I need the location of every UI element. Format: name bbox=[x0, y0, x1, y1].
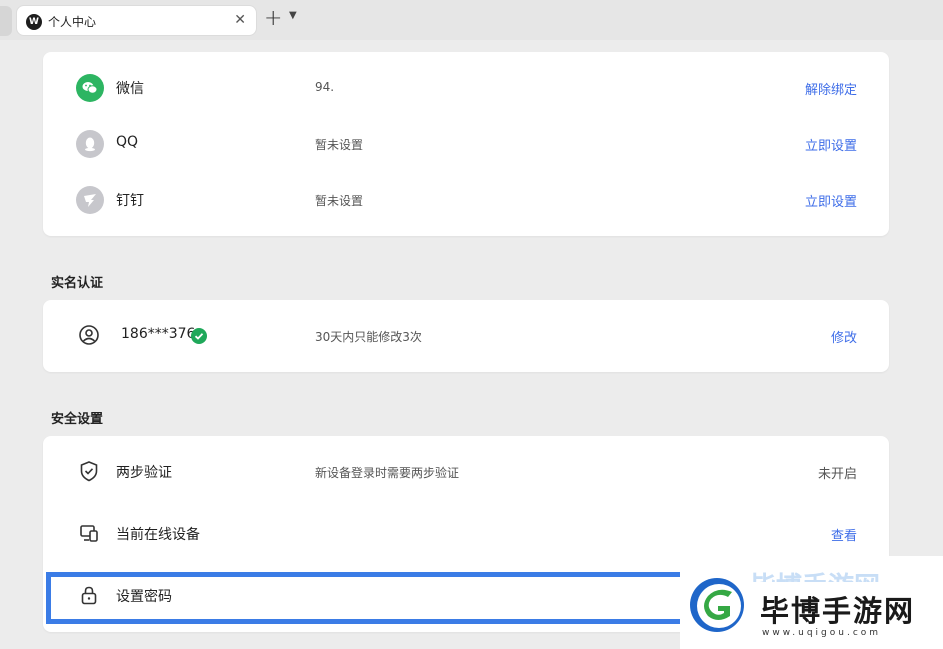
account-value: 94. bbox=[315, 80, 335, 94]
realname-card: 186***376 30天内只能修改3次 修改 bbox=[43, 300, 889, 372]
watermark-brand: 毕博手游网 bbox=[760, 594, 916, 628]
setup-dingtalk-link[interactable]: 立即设置 bbox=[805, 191, 857, 210]
close-icon[interactable]: ✕ bbox=[234, 12, 246, 28]
bound-accounts-card: 微信 94. 解除绑定 QQ 暂未设置 立即设置 钉钉 暂未设置 立即设置 bbox=[43, 52, 889, 236]
security-section-title: 安全设置 bbox=[51, 412, 104, 427]
new-tab-plus-icon[interactable]: + bbox=[264, 7, 282, 31]
account-row-qq: QQ 暂未设置 立即设置 bbox=[43, 116, 889, 172]
previous-tab-edge[interactable] bbox=[0, 6, 12, 36]
view-devices-link[interactable]: 查看 bbox=[831, 525, 857, 544]
tab-personal-center[interactable]: W 个人中心 ✕ bbox=[16, 5, 257, 36]
chevron-down-icon[interactable]: ▼ bbox=[289, 10, 297, 21]
wechat-icon bbox=[76, 74, 104, 102]
shield-check-icon bbox=[80, 461, 98, 482]
security-item-name: 当前在线设备 bbox=[116, 527, 200, 543]
security-item-name: 两步验证 bbox=[116, 465, 172, 481]
realname-note: 30天内只能修改3次 bbox=[315, 330, 422, 344]
realname-row: 186***376 30天内只能修改3次 修改 bbox=[43, 308, 889, 364]
account-name: 微信 bbox=[116, 81, 144, 97]
user-circle-icon bbox=[79, 325, 99, 345]
modify-realname-link[interactable]: 修改 bbox=[831, 327, 857, 346]
account-row-dingtalk: 钉钉 暂未设置 立即设置 bbox=[43, 172, 889, 228]
devices-icon bbox=[80, 525, 98, 542]
account-name: QQ bbox=[116, 134, 139, 150]
account-value: 暂未设置 bbox=[315, 194, 364, 208]
dingtalk-icon bbox=[76, 186, 104, 214]
wps-logo-icon: W bbox=[26, 14, 42, 30]
unbind-wechat-link[interactable]: 解除绑定 bbox=[805, 79, 857, 98]
verified-phone: 186***376 bbox=[121, 326, 196, 342]
account-value: 暂未设置 bbox=[315, 138, 364, 152]
security-row-two-step: 两步验证 新设备登录时需要两步验证 未开启 bbox=[43, 444, 889, 500]
tab-title: 个人中心 bbox=[48, 15, 97, 29]
security-row-devices: 当前在线设备 查看 bbox=[43, 506, 889, 562]
highlight-frame bbox=[46, 572, 686, 624]
watermark: 毕博手游网 毕博手游网 www.uqigou.com bbox=[680, 556, 943, 649]
watermark-url: www.uqigou.com bbox=[762, 628, 882, 638]
browser-tab-bar: W 个人中心 ✕ + ▼ bbox=[0, 0, 943, 40]
setup-qq-link[interactable]: 立即设置 bbox=[805, 135, 857, 154]
account-name: 钉钉 bbox=[116, 193, 144, 209]
verified-check-icon bbox=[191, 328, 207, 344]
realname-section-title: 实名认证 bbox=[51, 276, 104, 291]
two-step-status: 未开启 bbox=[817, 467, 857, 482]
watermark-logo-icon bbox=[690, 578, 744, 632]
watermark-faded-text: 毕博手游网 bbox=[750, 566, 880, 582]
account-row-wechat: 微信 94. 解除绑定 bbox=[43, 60, 889, 116]
security-item-desc: 新设备登录时需要两步验证 bbox=[315, 466, 460, 480]
qq-icon bbox=[76, 130, 104, 158]
